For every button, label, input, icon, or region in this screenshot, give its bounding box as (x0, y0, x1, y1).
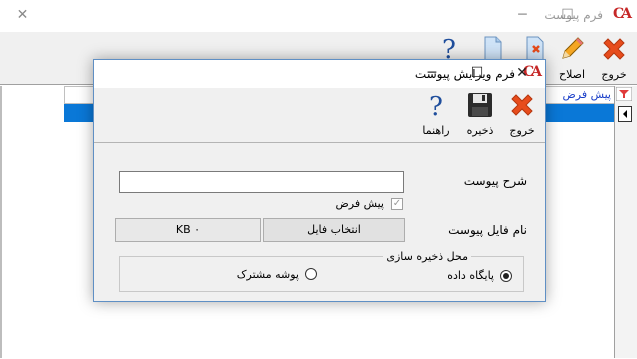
edit-attachment-dialog: CA فرم ویرایش پیوست ✕ ☐ ─ خروج ذخیره ? ر… (93, 59, 546, 302)
floppy-disk-icon (468, 93, 492, 117)
dialog-minimize-icon[interactable]: ─ (409, 58, 455, 90)
dialog-save-label: ذخیره (466, 124, 494, 137)
dialog-title-bar: CA فرم ویرایش پیوست ✕ ☐ ─ (94, 60, 545, 88)
shared-folder-radio[interactable] (305, 268, 317, 280)
file-size-display: KB ۰ (115, 218, 261, 242)
grid-left-border (0, 86, 2, 358)
svg-text:?: ? (429, 92, 443, 120)
app-logo-icon: CA (612, 6, 632, 22)
shared-folder-radio-label: پوشه مشترک (236, 268, 299, 281)
database-radio[interactable] (500, 270, 512, 282)
main-title-bar: CA فرم پیوست ✕ ☐ ─ (0, 0, 637, 33)
maximize-icon[interactable]: ☐ (545, 0, 590, 32)
red-x-icon (511, 94, 533, 116)
dialog-exit-button[interactable]: خروج (502, 90, 542, 140)
dialog-maximize-icon[interactable]: ☐ (454, 58, 500, 90)
main-exit-label: خروج (601, 68, 627, 81)
red-x-icon (603, 38, 625, 60)
default-checkbox[interactable]: ✓ (391, 198, 403, 210)
dialog-toolbar: خروج ذخیره ? راهنما (94, 88, 545, 143)
minimize-icon[interactable]: ─ (500, 0, 545, 32)
database-radio-label: پایگاه داده (447, 269, 494, 282)
file-name-label: نام فایل پیوست (448, 223, 527, 237)
filter-icon[interactable] (616, 87, 632, 101)
dialog-exit-label: خروج (509, 124, 535, 137)
default-checkbox-label: پیش فرض (335, 197, 384, 210)
dialog-help-label: راهنما (422, 124, 450, 137)
dialog-save-button[interactable]: ذخیره (460, 90, 500, 140)
pencil-icon (562, 37, 584, 59)
main-exit-button[interactable]: خروج (594, 34, 634, 84)
main-edit-button[interactable]: اصلاح (552, 34, 592, 84)
close-icon[interactable]: ✕ (0, 0, 45, 32)
select-file-button[interactable]: انتخاب فایل (263, 218, 405, 242)
description-input[interactable] (119, 171, 404, 193)
grid-row-indicator-column (614, 86, 637, 358)
description-label: شرح پیوست (463, 174, 527, 188)
main-edit-label: اصلاح (558, 68, 586, 81)
storage-location-label: محل ذخیره سازی (383, 250, 471, 263)
dialog-help-button[interactable]: ? راهنما (416, 90, 456, 140)
current-row-arrow-icon (618, 106, 632, 122)
grid-header-default: پیش فرض (562, 88, 611, 101)
help-icon: ? (429, 92, 443, 122)
dialog-close-icon[interactable]: ✕ (499, 58, 545, 90)
